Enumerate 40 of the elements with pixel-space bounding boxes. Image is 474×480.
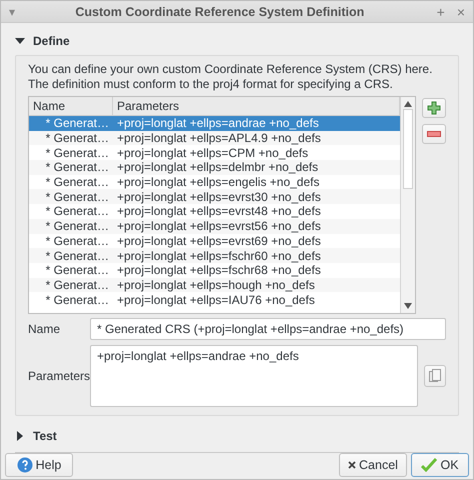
section-header[interactable]: Define [1,31,473,51]
crs-table[interactable] [28,96,416,314]
table-row[interactable]: * Generat… +proj=longlat +ellps=hough +no_defs [29,278,400,292]
help-icon [16,457,33,473]
table-row[interactable]: * Generat… +proj=longlat +ellps=engelis +no_defs [29,174,400,190]
parameters-field[interactable]: +proj=longlat +ellps=andrae +no_defs [90,345,418,407]
close-icon [348,461,356,469]
scroll-down-icon[interactable] [404,303,412,309]
table-row[interactable]: * Generat… +proj=longlat +ellps=CPM +no_defs [29,145,400,160]
checkmark-icon [421,458,438,472]
description-text: You can define your own custom Coordinate Reference System (CRS) here. The definition must conform to the proj4 format for specifying a CRS. [28,62,434,92]
remove-button[interactable] [422,124,446,144]
expanded-arrow-icon [15,36,25,46]
scrollbar[interactable] [400,97,415,313]
table-row[interactable]: * Generat… +proj=longlat +ellps=andrae +no_defs [29,116,400,131]
table-row[interactable]: * Generat… +proj=longlat +ellps=fschr60 +no_defs [29,248,400,263]
table-row[interactable]: * Generat… +proj=longlat +ellps=IAU76 +no_defs [29,292,400,307]
table-row[interactable]: * Generat… +proj=longlat +ellps=evrst30 +no_defs [29,189,400,204]
ok-button[interactable]: OK [411,453,469,477]
table-row[interactable]: * Generat… +proj=longlat +ellps=delmbr +no_defs [29,160,400,175]
table-row[interactable]: * Generat… +proj=longlat +ellps=fschr68 +no_defs [29,262,400,278]
cancel-button[interactable]: Cancel [339,453,407,477]
section-header[interactable]: Test [1,426,473,446]
table-row[interactable]: * Generat… +proj=longlat +ellps=evrst56 +no_defs [29,218,400,234]
name-label: Name [28,322,62,336]
copy-button[interactable] [424,365,446,387]
scroll-up-icon[interactable] [404,101,412,107]
collapsed-arrow-icon [15,431,25,441]
name-field[interactable]: * Generated CRS (+proj=longlat +ellps=andrae +no_defs) [90,318,446,340]
table-row[interactable]: * Generat… +proj=longlat +ellps=APL4.9 +no_defs [29,130,400,146]
table-row[interactable]: * Generat… +proj=longlat +ellps=evrst69 +no_defs [29,234,400,248]
copy-icon [429,369,441,383]
help-button[interactable]: Help [5,453,73,477]
parameters-label: Parameters [28,369,90,383]
add-button[interactable] [422,98,446,118]
plus-icon [427,101,441,115]
column-header[interactable]: Name [29,97,113,115]
table-row[interactable]: * Generat… +proj=longlat +ellps=evrst48 +no_defs [29,204,400,219]
window-title: Custom Coordinate Reference System Definition [74,4,366,18]
minus-icon [427,131,441,137]
